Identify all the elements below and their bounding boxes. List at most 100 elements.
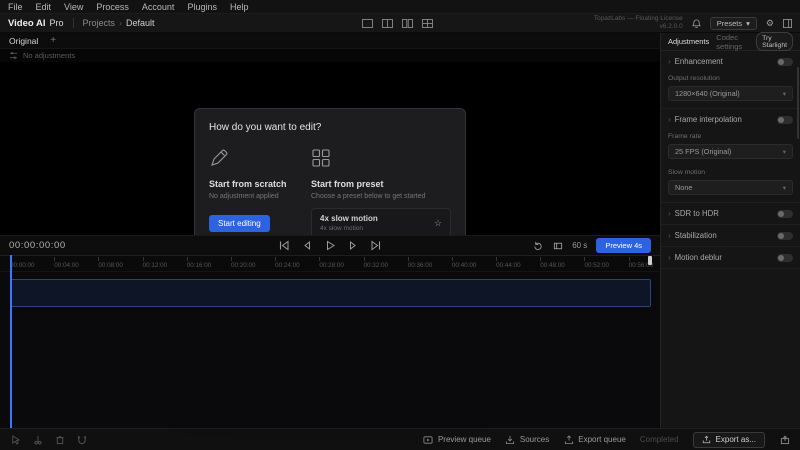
next-frame-button[interactable] bbox=[348, 240, 359, 251]
frame-rate-value: 25 FPS (Original) bbox=[675, 147, 732, 156]
sdr-to-hdr-toggle[interactable] bbox=[777, 209, 793, 218]
add-tab-button[interactable]: + bbox=[50, 35, 56, 46]
sources-icon bbox=[505, 434, 516, 445]
preview-queue-icon bbox=[423, 434, 434, 445]
video-clip[interactable] bbox=[10, 279, 651, 307]
menu-edit[interactable]: Edit bbox=[36, 2, 52, 12]
tab-original[interactable]: Original bbox=[9, 36, 38, 46]
panel-toggle-icon[interactable] bbox=[783, 18, 792, 28]
title-bar: Video AI Pro Projects › Default TopazLab… bbox=[0, 14, 800, 33]
current-timecode: 00:00:00:00 bbox=[9, 240, 66, 251]
sdr-to-hdr-section-row[interactable]: › SDR to HDR bbox=[661, 203, 800, 224]
export-queue-button[interactable]: Export queue bbox=[563, 434, 626, 445]
menu-account[interactable]: Account bbox=[142, 2, 175, 12]
stabilization-label: Stabilization bbox=[674, 231, 717, 240]
ruler-label: 00:40:00 bbox=[451, 256, 496, 271]
app-badge-pro: Pro bbox=[49, 18, 64, 28]
skip-to-start-button[interactable] bbox=[279, 240, 290, 251]
preview-duration-label[interactable]: 60 s bbox=[572, 241, 587, 250]
start-from-scratch-subtext: No adjustment applied bbox=[209, 193, 279, 200]
favorite-star-icon[interactable]: ☆ bbox=[434, 218, 442, 229]
chevron-down-icon: ▾ bbox=[782, 184, 786, 192]
timeline-ruler[interactable]: 00:00:00 00:04:00 00:08:00 00:12:00 00:1… bbox=[0, 255, 660, 271]
ruler-label: 00:20:00 bbox=[230, 256, 275, 271]
trim-preview-icon[interactable] bbox=[552, 240, 563, 251]
delete-clip-icon[interactable] bbox=[54, 434, 65, 445]
side-by-side-view-icon[interactable] bbox=[402, 18, 413, 28]
presets-button[interactable]: Presets ▾ bbox=[709, 16, 757, 30]
view-mode-group bbox=[362, 18, 433, 28]
ruler-label: 00:28:00 bbox=[319, 256, 363, 271]
skip-to-end-button[interactable] bbox=[371, 240, 382, 251]
menu-plugins[interactable]: Plugins bbox=[187, 2, 217, 12]
enhancement-toggle[interactable] bbox=[777, 57, 793, 66]
loop-playback-icon[interactable] bbox=[532, 240, 543, 251]
motion-deblur-toggle[interactable] bbox=[777, 253, 793, 262]
export-as-icon bbox=[702, 435, 711, 444]
start-from-preset-heading: Start from preset bbox=[311, 179, 384, 189]
snap-magnet-icon[interactable] bbox=[76, 434, 87, 445]
quad-view-icon[interactable] bbox=[422, 18, 433, 28]
breadcrumb-projects[interactable]: Projects bbox=[83, 18, 116, 28]
motion-deblur-section-row[interactable]: › Motion deblur bbox=[661, 247, 800, 268]
ruler-label: 00:56:00 bbox=[628, 256, 660, 271]
completed-label[interactable]: Completed bbox=[640, 435, 679, 444]
motion-deblur-label: Motion deblur bbox=[674, 253, 722, 262]
slow-motion-select[interactable]: None ▾ bbox=[668, 180, 793, 195]
sources-label: Sources bbox=[519, 435, 550, 444]
tab-codec-settings[interactable]: Codec settings bbox=[716, 33, 749, 51]
select-tool-icon[interactable] bbox=[10, 434, 21, 445]
menu-help[interactable]: Help bbox=[230, 2, 249, 12]
stabilization-toggle[interactable] bbox=[777, 231, 793, 240]
app-window: File Edit View Process Account Plugins H… bbox=[0, 0, 800, 450]
output-resolution-select[interactable]: 1280×640 (Original) ▾ bbox=[668, 86, 793, 101]
notifications-bell-icon[interactable] bbox=[691, 18, 701, 28]
frame-interpolation-toggle[interactable] bbox=[777, 115, 793, 124]
razor-cut-icon[interactable] bbox=[32, 434, 43, 445]
menu-view[interactable]: View bbox=[64, 2, 83, 12]
ruler-label: 00:52:00 bbox=[584, 256, 628, 271]
ruler-label: 00:44:00 bbox=[496, 256, 540, 271]
preview-queue-button[interactable]: Preview queue bbox=[423, 434, 491, 445]
start-editing-button[interactable]: Start editing bbox=[209, 215, 270, 233]
app-name: Video AI bbox=[8, 17, 46, 29]
timeline-end-handle[interactable] bbox=[648, 256, 652, 265]
sdr-to-hdr-label: SDR to HDR bbox=[674, 209, 719, 218]
menu-bar: File Edit View Process Account Plugins H… bbox=[0, 0, 800, 14]
chevron-right-icon: › bbox=[668, 231, 671, 240]
adjustments-note-row: No adjustments bbox=[0, 49, 660, 62]
export-as-label: Export as... bbox=[715, 435, 756, 444]
tab-adjustments[interactable]: Adjustments bbox=[668, 37, 709, 46]
frame-interpolation-label: Frame interpolation bbox=[674, 115, 742, 124]
frame-interpolation-section-row[interactable]: › Frame interpolation bbox=[661, 109, 800, 130]
preview-button[interactable]: Preview 4s bbox=[596, 238, 651, 253]
export-as-button[interactable]: Export as... bbox=[692, 431, 765, 448]
chevron-right-icon: › bbox=[668, 57, 671, 66]
frame-rate-select[interactable]: 25 FPS (Original) ▾ bbox=[668, 144, 793, 159]
menu-process[interactable]: Process bbox=[96, 2, 129, 12]
timeline: 00:00:00 00:04:00 00:08:00 00:12:00 00:1… bbox=[0, 255, 660, 428]
enhancement-label: Enhancement bbox=[674, 57, 723, 66]
split-view-icon[interactable] bbox=[382, 18, 393, 28]
output-resolution-value: 1280×640 (Original) bbox=[675, 89, 740, 98]
single-view-icon[interactable] bbox=[362, 18, 373, 28]
timeline-track-area[interactable] bbox=[0, 271, 660, 428]
stabilization-section-row[interactable]: › Stabilization bbox=[661, 225, 800, 246]
tab-bar: Original + bbox=[0, 33, 660, 49]
ruler-label: 00:12:00 bbox=[142, 256, 187, 271]
breadcrumb-current-project[interactable]: Default bbox=[126, 18, 155, 28]
sources-button[interactable]: Sources bbox=[505, 434, 549, 445]
settings-gear-icon[interactable]: ⚙ bbox=[766, 18, 774, 28]
license-info: TopazLabs — Floating License v6.2.0.0 bbox=[593, 14, 683, 30]
preset-item-4x-slow-motion[interactable]: 4x slow motion 4x slow motion ☆ bbox=[312, 209, 450, 238]
enhancement-section-row[interactable]: › Enhancement bbox=[661, 51, 800, 72]
panel-scrollbar[interactable] bbox=[797, 67, 799, 139]
playhead[interactable] bbox=[10, 255, 12, 428]
dialog-title: How do you want to edit? bbox=[209, 122, 322, 133]
previous-frame-button[interactable] bbox=[302, 240, 313, 251]
menu-file[interactable]: File bbox=[8, 2, 23, 12]
try-starlight-button[interactable]: Try Starlight bbox=[756, 32, 793, 51]
no-adjustments-label: No adjustments bbox=[23, 51, 76, 60]
play-button[interactable] bbox=[325, 240, 336, 251]
share-icon[interactable] bbox=[779, 434, 790, 445]
